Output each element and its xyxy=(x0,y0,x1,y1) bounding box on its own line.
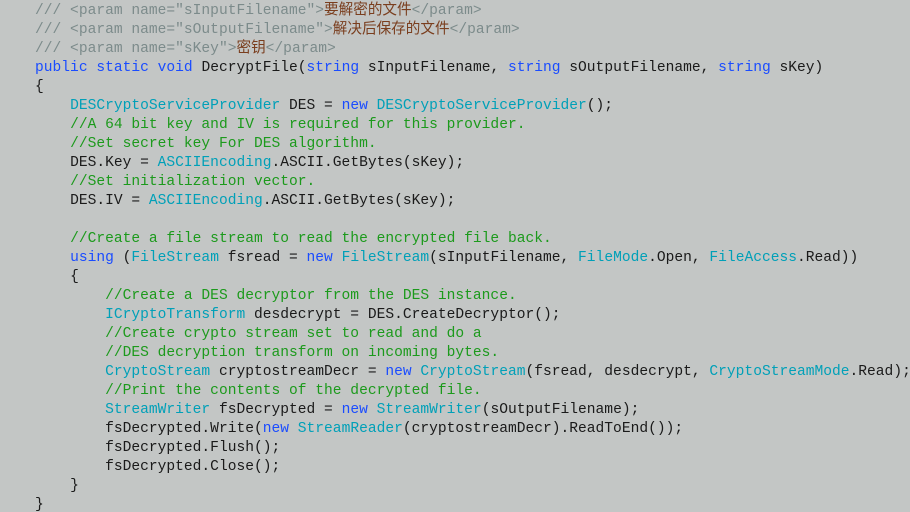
type: CryptoStream xyxy=(105,364,210,380)
keyword: new xyxy=(342,98,368,114)
code-text: fsDecrypted = xyxy=(210,402,341,418)
keyword: string xyxy=(307,60,360,76)
code-text: ( xyxy=(114,250,132,266)
param: sInputFilename, xyxy=(359,60,508,76)
type: DESCryptoServiceProvider xyxy=(377,98,587,114)
keyword: using xyxy=(70,250,114,266)
param: sKey) xyxy=(771,60,824,76)
code-text: .ASCII.GetBytes(sKey); xyxy=(272,155,465,171)
type: ASCIIEncoding xyxy=(158,155,272,171)
code-text: DES.Key = xyxy=(70,155,158,171)
type: CryptoStreamMode xyxy=(709,364,849,380)
type: ICryptoTransform xyxy=(105,307,245,323)
comment: //Set initialization vector. xyxy=(70,174,315,190)
type: FileMode xyxy=(578,250,648,266)
code-text: .ASCII.GetBytes(sKey); xyxy=(263,193,456,209)
type: StreamReader xyxy=(298,421,403,437)
code-text: DES = xyxy=(280,98,341,114)
keyword: static xyxy=(96,60,149,76)
brace: { xyxy=(35,79,44,95)
keyword: string xyxy=(718,60,771,76)
comment: //Create a DES decryptor from the DES in… xyxy=(105,288,517,304)
code-text: (cryptostreamDecr).ReadToEnd()); xyxy=(403,421,683,437)
keyword: string xyxy=(508,60,561,76)
method-name: DecryptFile( xyxy=(193,60,307,76)
brace: { xyxy=(70,269,79,285)
type: StreamWriter xyxy=(377,402,482,418)
code-text: desdecrypt = DES.CreateDecryptor(); xyxy=(245,307,560,323)
code-text: fsDecrypted.Write( xyxy=(105,421,263,437)
code-editor[interactable]: /// <param name="sInputFilename">要解密的文件<… xyxy=(0,0,910,512)
comment: //Create a file stream to read the encry… xyxy=(70,231,552,247)
comment: //A 64 bit key and IV is required for th… xyxy=(70,117,525,133)
keyword: new xyxy=(385,364,411,380)
keyword: new xyxy=(342,402,368,418)
brace: } xyxy=(35,497,44,512)
type: FileStream xyxy=(131,250,219,266)
type: DESCryptoServiceProvider xyxy=(70,98,280,114)
comment: //Set secret key For DES algorithm. xyxy=(70,136,377,152)
code-text: .Open, xyxy=(648,250,709,266)
code-text: (sOutputFilename); xyxy=(482,402,640,418)
code-text: DES.IV = xyxy=(70,193,149,209)
code-text: (sInputFilename, xyxy=(429,250,578,266)
code-text: .Read)) xyxy=(797,250,858,266)
brace: } xyxy=(70,478,79,494)
keyword: new xyxy=(263,421,289,437)
keyword: void xyxy=(158,60,193,76)
xmldoc-line: /// <param name="sKey">密钥</param> xyxy=(35,41,336,57)
type: FileAccess xyxy=(709,250,797,266)
comment: //Create crypto stream set to read and d… xyxy=(105,326,482,342)
keyword: new xyxy=(307,250,333,266)
code-text: fsDecrypted.Flush(); xyxy=(105,440,280,456)
code-text: .Read); xyxy=(850,364,910,380)
comment: //Print the contents of the decrypted fi… xyxy=(105,383,482,399)
comment: //DES decryption transform on incoming b… xyxy=(105,345,499,361)
xmldoc-line: /// <param name="sInputFilename">要解密的文件<… xyxy=(35,3,482,19)
code-text: (fsread, desdecrypt, xyxy=(525,364,709,380)
code-text: (); xyxy=(587,98,613,114)
type: ASCIIEncoding xyxy=(149,193,263,209)
code-text: fsDecrypted.Close(); xyxy=(105,459,280,475)
param: sOutputFilename, xyxy=(561,60,719,76)
type: FileStream xyxy=(342,250,430,266)
type: StreamWriter xyxy=(105,402,210,418)
xmldoc-line: /// <param name="sOutputFilename">解决后保存的… xyxy=(35,22,520,38)
code-text: cryptostreamDecr = xyxy=(210,364,385,380)
type: CryptoStream xyxy=(420,364,525,380)
keyword: public xyxy=(35,60,88,76)
code-text: fsread = xyxy=(219,250,307,266)
